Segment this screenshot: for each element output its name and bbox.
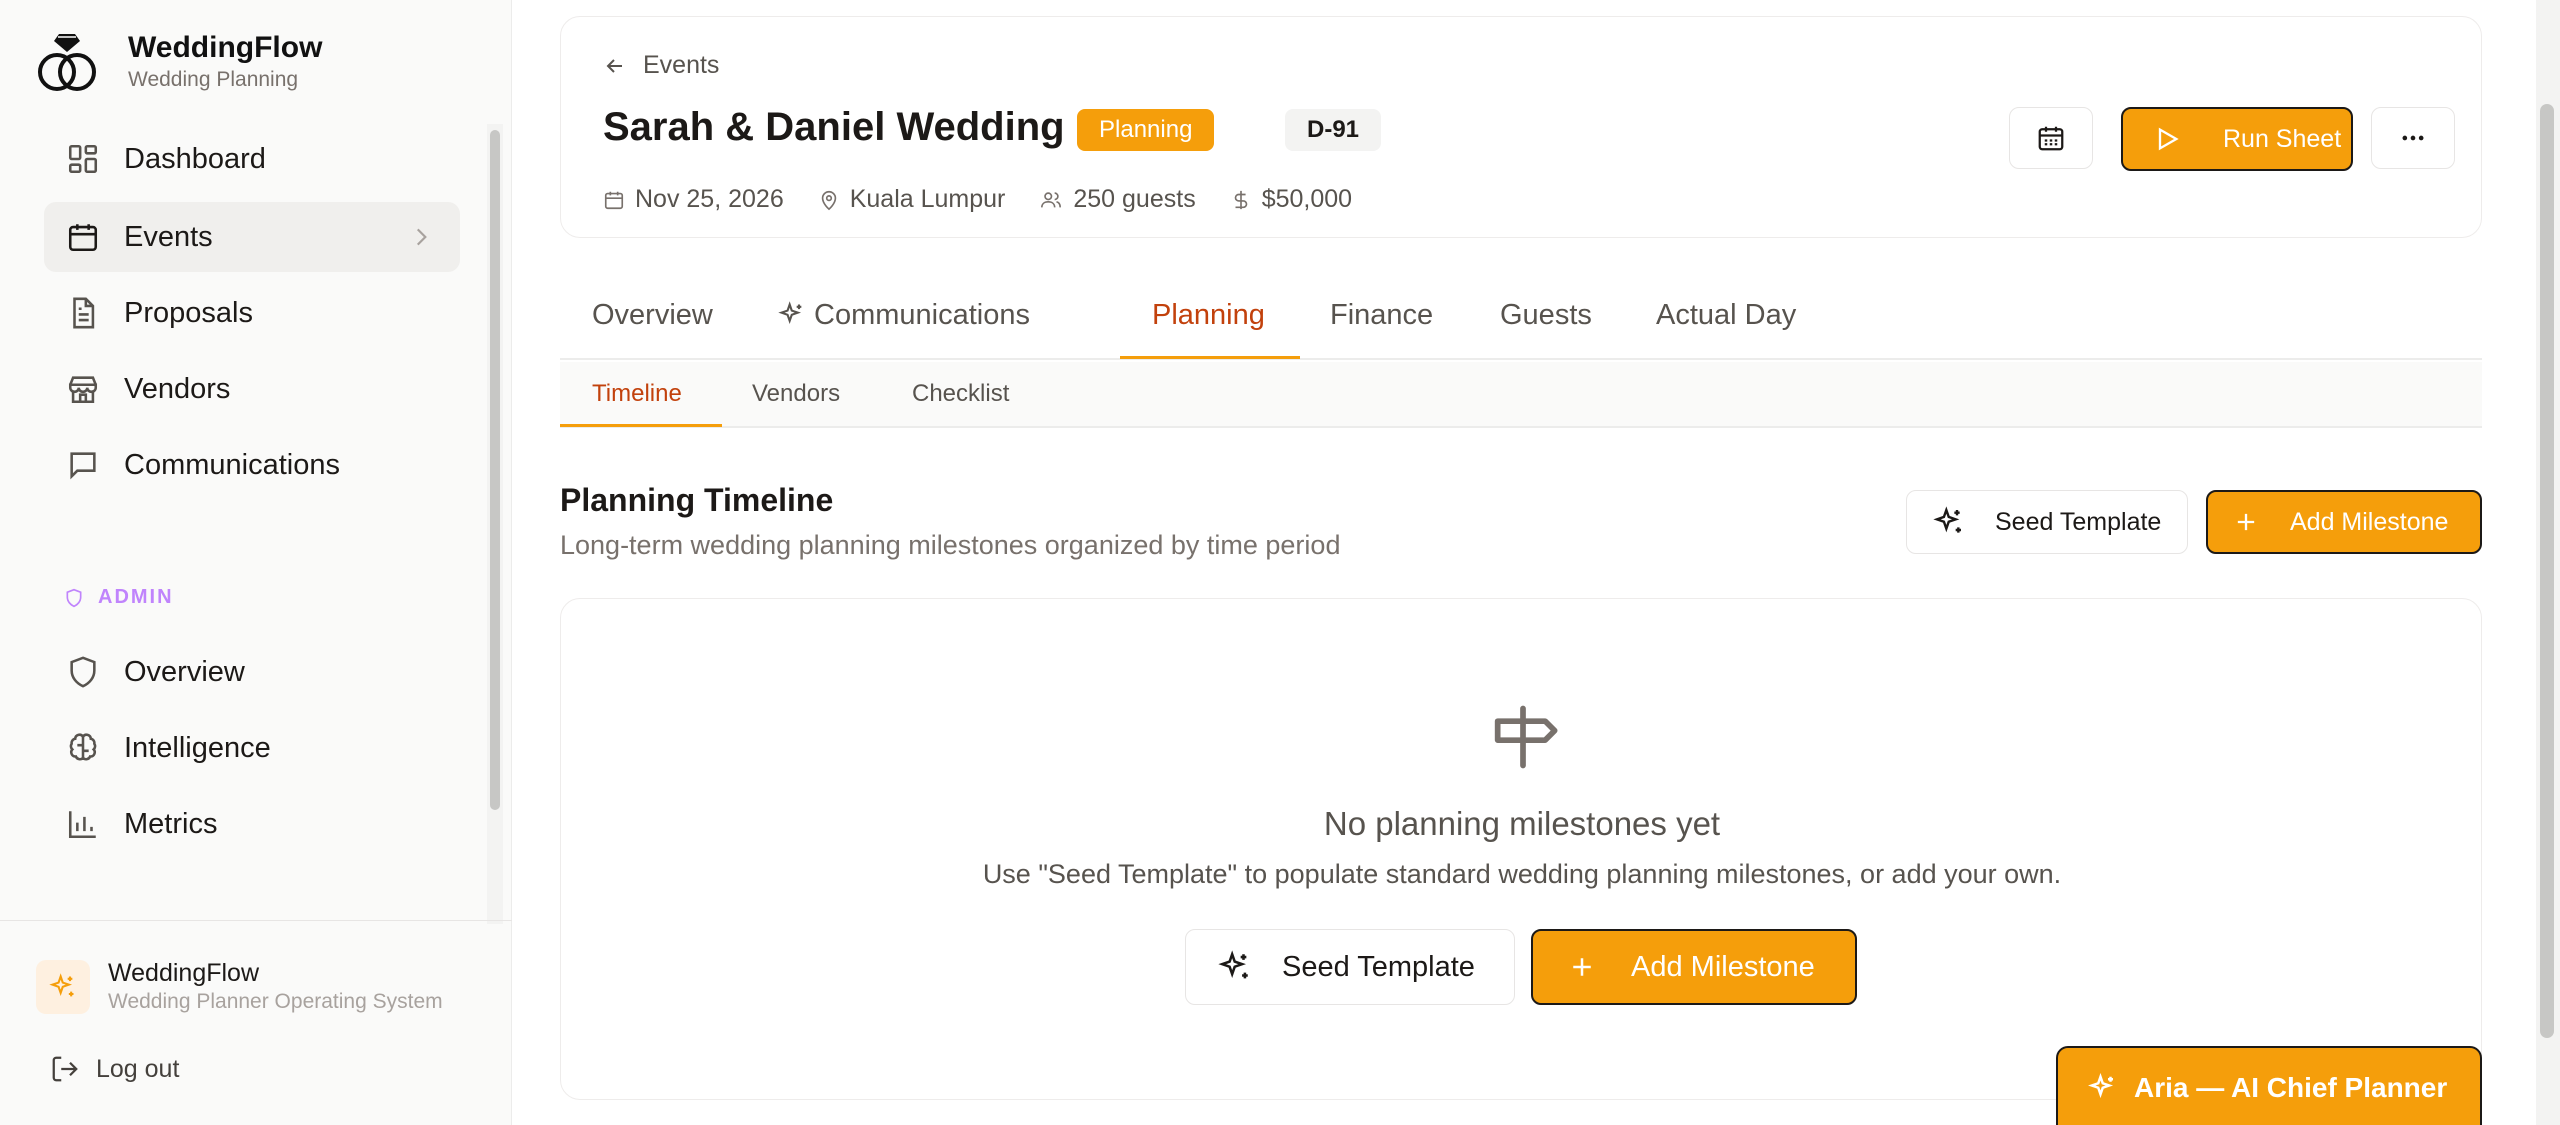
event-budget: $50,000 [1230,185,1352,214]
store-icon [68,376,98,404]
dollar-icon [1234,190,1247,209]
empty-state-description: Use "Seed Template" to populate standard… [982,859,2062,889]
tab-finance[interactable]: Finance [1330,270,1433,360]
countdown-badge: D-91 [1285,109,1382,151]
footer-brand: WeddingFlow Wedding Planner Operating Sy… [36,958,443,1016]
empty-state-title: No planning milestones yet [1323,805,1721,842]
calendar-icon [68,224,98,252]
run-sheet-button[interactable]: Run Sheet [2121,107,2353,171]
footer-name: WeddingFlow [108,959,260,987]
seed-template-button-empty[interactable]: Seed Template [1185,929,1515,1005]
event-meta: Nov 25, 2026 Kuala Lumpur 250 guests $50… [603,185,1386,214]
footer-subtitle: Wedding Planner Operating System [108,990,443,1013]
tab-actual-day[interactable]: Actual Day [1656,270,1796,360]
sidebar: WeddingFlow Wedding Planning Dashboard E… [0,0,512,1125]
sidebar-item-label: Intelligence [124,731,271,764]
logout-button[interactable]: Log out [50,1054,179,1084]
footer-logo [36,960,90,1014]
section-description: Long-term wedding planning milestones or… [560,530,1341,560]
sparkles-icon [778,301,802,325]
sidebar-item-label: Overview [124,655,245,688]
main-content: Events Sarah & Daniel Wedding Planning D… [512,0,2536,1125]
active-subtab-indicator [560,424,722,427]
shield-icon [70,656,96,688]
event-header-card: Events Sarah & Daniel Wedding Planning D… [560,16,2482,238]
back-to-events-link[interactable]: Events [603,51,719,80]
admin-section-label: ADMIN [64,586,174,609]
brand-name: WeddingFlow [128,31,323,64]
event-tabs: Overview Communications Planning Finance… [560,270,2482,360]
sidebar-item-label: Proposals [124,296,253,329]
seed-template-button[interactable]: Seed Template [1906,490,2188,554]
tab-guests[interactable]: Guests [1500,270,1592,360]
subtab-checklist[interactable]: Checklist [912,362,1009,428]
sidebar-item-metrics[interactable]: Metrics [44,789,460,859]
sidebar-item-overview[interactable]: Overview [44,637,460,707]
sidebar-item-proposals[interactable]: Proposals [44,278,460,348]
sidebar-item-label: Metrics [124,807,218,840]
brand-subtitle: Wedding Planning [128,68,299,91]
brain-icon [69,733,97,761]
chevron-right-icon [416,228,427,246]
sidebar-scrollbar[interactable] [487,124,503,924]
sparkles-icon [1933,506,1961,533]
sidebar-item-label: Communications [124,448,340,481]
calendar-grid-icon [2038,126,2064,151]
subtab-vendors[interactable]: Vendors [752,362,840,428]
users-icon [1041,191,1062,207]
more-horizontal-icon [2402,135,2424,141]
tab-overview[interactable]: Overview [592,270,713,360]
plus-icon [1573,958,1591,976]
calendar-icon [604,191,624,209]
sparkles-icon [2088,1073,2114,1099]
plus-icon [2237,513,2255,531]
sidebar-item-label: Dashboard [124,142,266,175]
arrow-left-icon [606,58,622,73]
section-title: Planning Timeline [560,482,834,518]
page-scrollbar[interactable] [2536,0,2560,1125]
more-options-button[interactable] [2371,107,2455,169]
calendar-button[interactable] [2009,107,2093,169]
empty-state-card: No planning milestones yet Use "Seed Tem… [560,598,2482,1100]
shield-icon [66,588,82,607]
event-location: Kuala Lumpur [818,185,1005,214]
signpost-icon [1494,705,1558,769]
sparkles-icon [49,973,74,997]
page-title: Sarah & Daniel Wedding [603,105,1065,149]
chat-icon [70,452,96,480]
bar-chart-icon [68,811,96,839]
planning-subtabs: Timeline Vendors Checklist [560,362,2482,428]
sidebar-item-vendors[interactable]: Vendors [44,354,460,424]
play-icon [2158,127,2179,151]
sidebar-item-intelligence[interactable]: Intelligence [44,713,460,783]
sidebar-item-communications[interactable]: Communications [44,430,460,500]
map-pin-icon [821,190,836,210]
event-date: Nov 25, 2026 [603,185,784,214]
sidebar-item-label: Vendors [124,372,231,405]
brand[interactable]: WeddingFlow Wedding Planning [32,30,322,94]
sidebar-item-label: Events [124,220,213,253]
rings-logo-icon [38,34,96,91]
sidebar-divider [0,920,512,921]
event-guests: 250 guests [1039,185,1196,214]
add-milestone-button-empty[interactable]: Add Milestone [1531,929,1857,1005]
aria-assistant-button[interactable]: Aria — AI Chief Planner [2056,1046,2482,1125]
dashboard-icon [68,144,98,174]
sparkles-icon [1218,950,1248,979]
add-milestone-button[interactable]: Add Milestone [2206,490,2482,554]
document-icon [73,297,95,329]
tab-communications[interactable]: Communications [778,270,1030,360]
subtab-timeline[interactable]: Timeline [592,362,682,428]
active-tab-indicator [1120,356,1300,359]
sidebar-item-events[interactable]: Events [44,202,460,272]
tab-planning[interactable]: Planning [1152,270,1265,360]
sidebar-item-dashboard[interactable]: Dashboard [44,124,460,194]
logout-icon [52,1056,78,1082]
status-badge: Planning [1077,109,1215,151]
